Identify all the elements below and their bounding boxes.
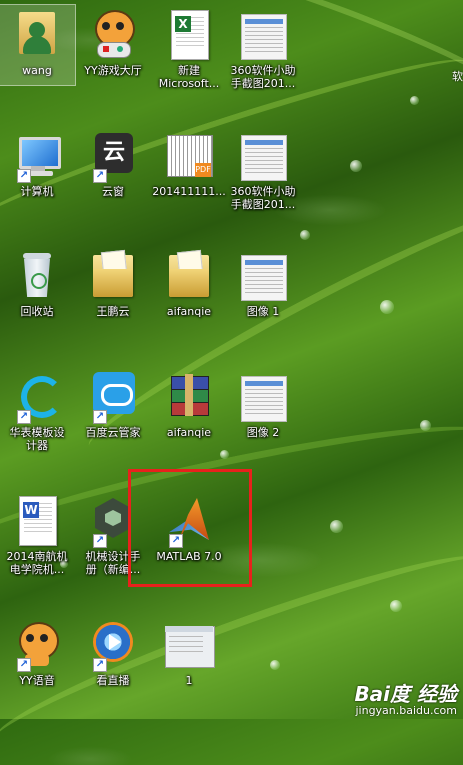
recycle-bin-icon xyxy=(13,249,61,301)
shortcut-arrow-icon: ↗ xyxy=(93,658,107,672)
icon-label: YY游戏大厅 xyxy=(84,64,142,77)
desktop-icon-2014-nanhang[interactable]: W 2014南航机 电学院机... xyxy=(0,490,74,576)
desktop-icon-live-tv[interactable]: ↗ 看直播 xyxy=(76,614,150,687)
desktop-icon-new-excel[interactable]: X 新建 Microsoft... xyxy=(152,4,226,90)
user-folder-icon xyxy=(13,8,61,60)
desktop-icon-image-1[interactable]: 图像 1 xyxy=(226,245,300,318)
matlab-highlight-box xyxy=(128,469,252,587)
watermark-logo: Bai度 经验 xyxy=(354,682,457,706)
winrar-archive-icon xyxy=(165,370,213,422)
excel-file-icon: X xyxy=(165,8,213,60)
spreadsheet-image-icon: PDF xyxy=(165,129,213,181)
yunchuang-icon: 云 ↗ xyxy=(89,129,137,183)
desktop-icon-huabiao[interactable]: ↗ 华表模板设 计器 xyxy=(0,366,74,452)
folder-icon xyxy=(89,249,137,301)
shortcut-arrow-icon: ↗ xyxy=(17,658,31,672)
baidu-cloud-icon: ↗ xyxy=(89,370,137,424)
icon-label: 百度云管家 xyxy=(85,426,141,439)
icon-label: 图像 1 xyxy=(246,305,280,318)
window-screenshot-icon xyxy=(165,618,215,670)
desktop-icon-360-screenshot-2[interactable]: 360软件小助 手截图201... xyxy=(226,125,300,211)
desktop-icon-baidu-cloud[interactable]: ↗ 百度云管家 xyxy=(76,366,150,439)
screenshot-file-icon xyxy=(239,249,287,301)
shortcut-arrow-icon: ↗ xyxy=(93,410,107,424)
icon-label: 王鹏云 xyxy=(96,305,130,318)
desktop-icon-yunchuang[interactable]: 云 ↗ 云窗 xyxy=(76,125,150,198)
desktop-icon-image-2[interactable]: 图像 2 xyxy=(226,366,300,439)
desktop-icon-1[interactable]: 1 xyxy=(152,614,226,687)
desktop-icon-yy-voice[interactable]: ↗ YY语音 xyxy=(0,614,74,687)
desktop-icon-yy-game[interactable]: YY游戏大厅 xyxy=(76,4,150,77)
desktop-icon-20141111[interactable]: PDF 201411111... xyxy=(152,125,226,198)
icon-label: 新建 Microsoft... xyxy=(158,64,220,90)
folder-icon xyxy=(165,249,213,301)
watermark-url: jingyan.baidu.com xyxy=(355,704,457,717)
shortcut-arrow-icon: ↗ xyxy=(93,534,107,548)
screenshot-file-icon xyxy=(239,370,287,422)
shortcut-arrow-icon: ↗ xyxy=(17,169,31,183)
icon-label: 回收站 xyxy=(20,305,54,318)
icon-label: 1 xyxy=(185,674,193,687)
screenshot-file-icon xyxy=(239,8,287,60)
desktop-icon-wangpengyun[interactable]: 王鹏云 xyxy=(76,245,150,318)
shortcut-arrow-icon: ↗ xyxy=(93,169,107,183)
desktop-icon-aifanqie-folder[interactable]: aifanqie xyxy=(152,245,226,318)
icon-label: 360软件小助 手截图201... xyxy=(230,185,296,211)
icon-label: 201411111... xyxy=(152,185,226,198)
icon-label: aifanqie xyxy=(166,426,212,439)
partial-icon-label: 软 xyxy=(452,70,463,83)
desktop-icon-computer[interactable]: ↗ 计算机 xyxy=(0,125,74,198)
icon-label: 华表模板设 计器 xyxy=(9,426,65,452)
computer-icon: ↗ xyxy=(13,129,61,183)
word-doc-icon: W xyxy=(13,494,61,546)
desktop-icon-aifanqie-archive[interactable]: aifanqie xyxy=(152,366,226,439)
icon-label: 360软件小助 手截图201... xyxy=(230,64,296,90)
icon-label: 看直播 xyxy=(96,674,130,687)
desktop-icon-wang[interactable]: wang xyxy=(0,4,76,86)
live-tv-icon: ↗ xyxy=(89,618,137,672)
yy-game-icon xyxy=(89,8,137,60)
icon-label: YY语音 xyxy=(19,674,55,687)
icon-label: aifanqie xyxy=(166,305,212,318)
baidu-jingyan-watermark: Bai度 经验 jingyan.baidu.com xyxy=(354,683,457,717)
icon-label: 图像 2 xyxy=(246,426,280,439)
desktop-icon-recycle-bin[interactable]: 回收站 xyxy=(0,245,74,318)
yy-voice-icon: ↗ xyxy=(13,618,61,672)
shortcut-arrow-icon: ↗ xyxy=(17,410,31,424)
huabiao-icon: ↗ xyxy=(13,370,63,424)
icon-label: 云窗 xyxy=(102,185,124,198)
icon-label: 2014南航机 电学院机... xyxy=(6,550,68,576)
desktop-icon-360-screenshot-1[interactable]: 360软件小助 手截图201... xyxy=(226,4,300,90)
icon-label: 计算机 xyxy=(20,185,54,198)
screenshot-file-icon xyxy=(239,129,287,181)
